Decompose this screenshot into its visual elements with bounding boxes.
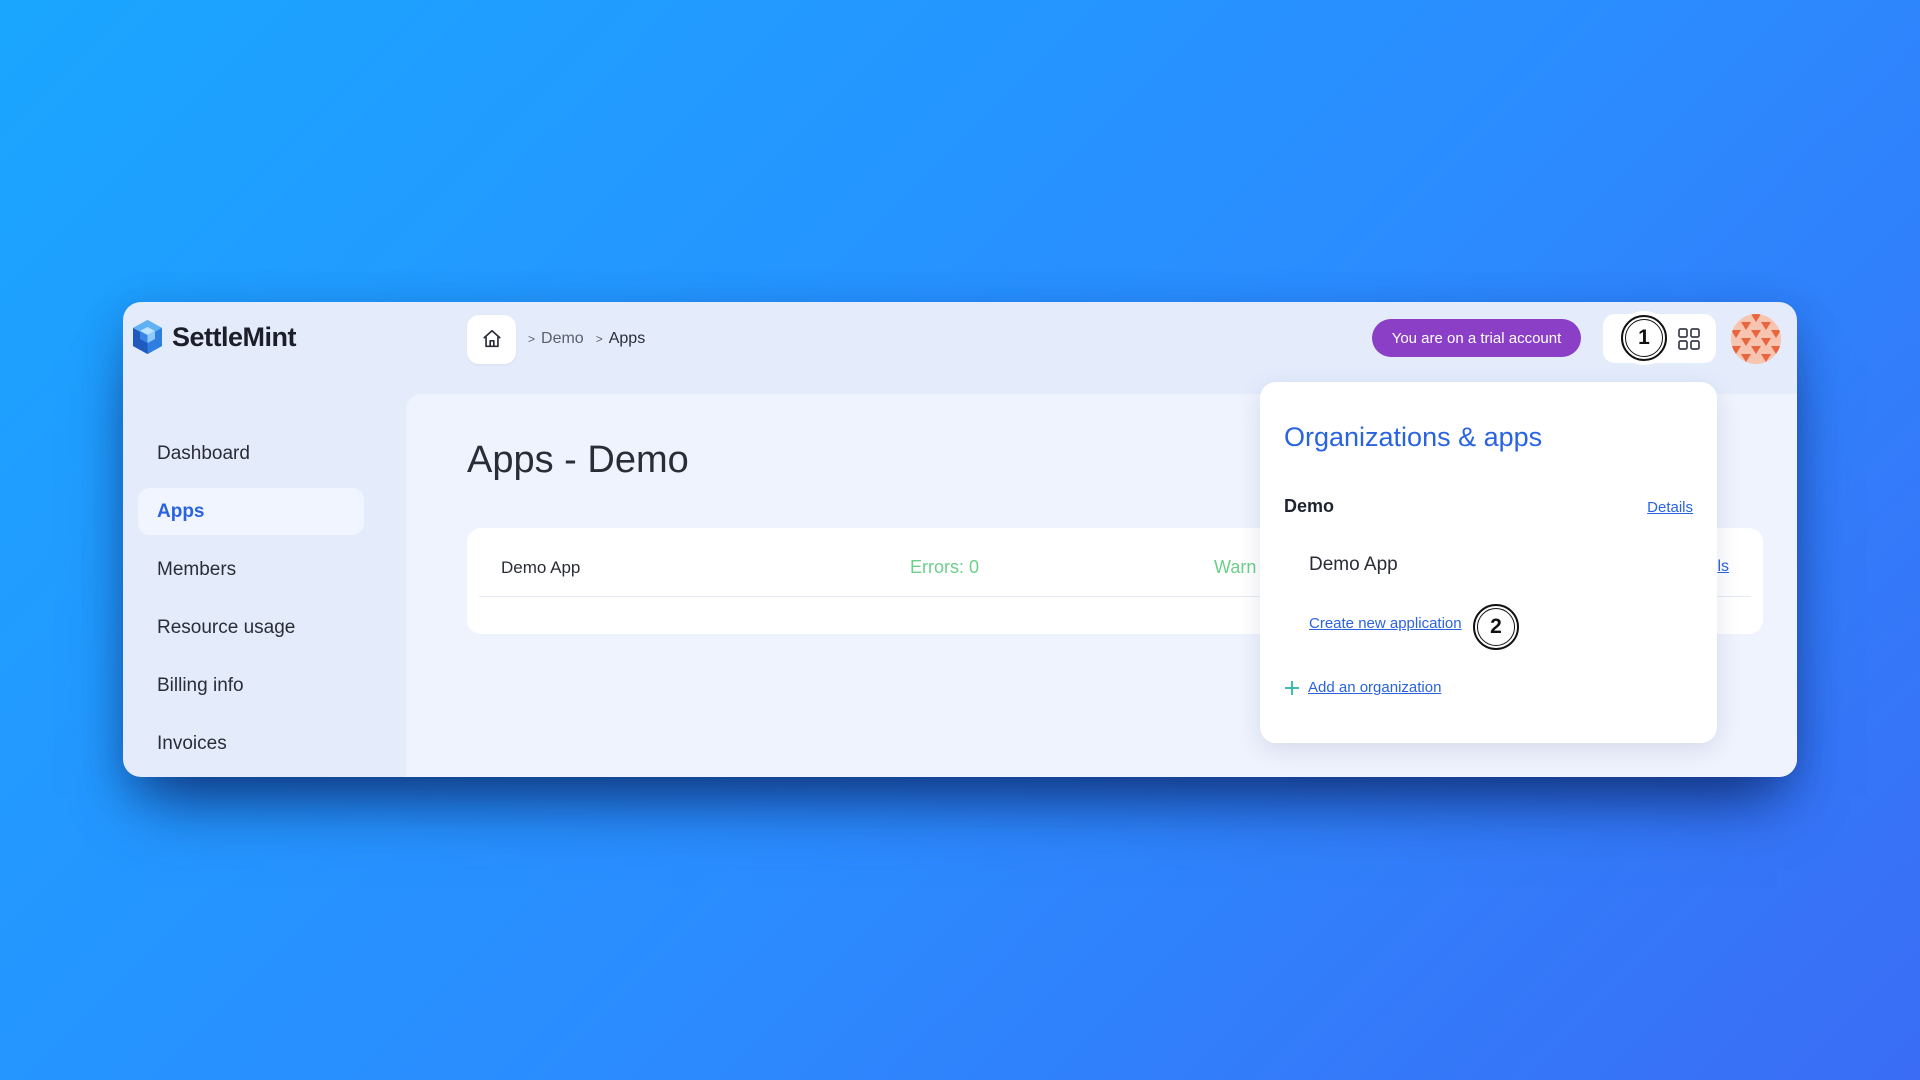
app-errors: Errors: 0 <box>910 557 980 577</box>
dropdown-title: Organizations & apps <box>1284 422 1543 452</box>
plus-icon <box>1285 680 1299 695</box>
org-details-link[interactable]: Details <box>1647 499 1693 516</box>
avatar-pattern-icon <box>1731 314 1781 364</box>
org-name: Demo <box>1284 496 1335 516</box>
sidebar-item-billing-info[interactable]: Billing info <box>138 662 364 709</box>
sidebar-item-resource-usage[interactable]: Resource usage <box>138 604 364 651</box>
breadcrumb-item-demo[interactable]: > Demo <box>528 330 584 348</box>
step-marker-2: 2 <box>1473 604 1519 650</box>
step-marker-1: 1 <box>1621 315 1667 361</box>
app-details-link[interactable]: ls <box>1717 558 1729 576</box>
grid-icon <box>1678 328 1700 350</box>
avatar[interactable] <box>1731 314 1781 364</box>
sidebar-item-dashboard[interactable]: Dashboard <box>138 430 364 477</box>
logo[interactable]: SettleMint <box>131 319 297 355</box>
create-new-application-link[interactable]: Create new application <box>1309 615 1462 632</box>
home-icon <box>482 329 501 348</box>
add-organization-link[interactable]: Add an organization <box>1284 679 1441 696</box>
trial-badge[interactable]: You are on a trial account <box>1372 319 1581 357</box>
breadcrumb-item-apps: > Apps <box>596 330 645 348</box>
sidebar-item-apps[interactable]: Apps <box>138 488 364 535</box>
breadcrumb-label: Demo <box>541 330 584 347</box>
app-name: Demo App <box>501 558 581 577</box>
sidebar: Dashboard Apps Members Resource usage Bi… <box>138 430 364 777</box>
settlemint-logo-icon <box>133 320 162 354</box>
sidebar-item-members[interactable]: Members <box>138 546 364 593</box>
breadcrumb-separator: > <box>528 332 536 346</box>
dropdown-app-item[interactable]: Demo App <box>1309 554 1398 576</box>
home-button[interactable] <box>467 314 516 364</box>
add-organization-label: Add an organization <box>1308 679 1442 696</box>
organizations-dropdown: Organizations & apps Demo Details Demo A… <box>1260 382 1717 743</box>
brand-name: SettleMint <box>172 321 297 352</box>
breadcrumb: > Demo > Apps <box>467 314 645 364</box>
breadcrumb-label: Apps <box>608 330 646 347</box>
app-warnings: Warn <box>1214 557 1257 577</box>
breadcrumb-separator: > <box>595 332 603 346</box>
page-title: Apps - Demo <box>467 439 689 481</box>
sidebar-item-invoices[interactable]: Invoices <box>138 720 364 767</box>
apps-grid-button[interactable] <box>1669 319 1709 359</box>
